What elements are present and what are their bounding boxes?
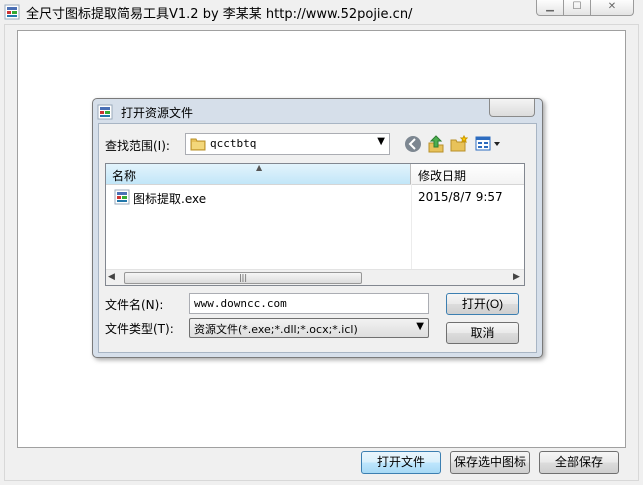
- close-icon: ✕: [607, 1, 617, 12]
- file-name-input[interactable]: www.downcc.com: [189, 293, 429, 314]
- open-resource-dialog: 打开资源文件 查找范围(I): qcctbtq ▼ 名称 ▲ 修改日期 图标提取…: [92, 98, 543, 358]
- up-one-level-button[interactable]: [426, 135, 446, 153]
- open-file-button[interactable]: 打开文件: [361, 451, 441, 474]
- dialog-app-icon: [97, 104, 113, 120]
- file-type-label: 文件类型(T):: [105, 322, 174, 336]
- close-button[interactable]: ✕: [590, 0, 634, 16]
- new-folder-icon: [450, 134, 469, 152]
- scroll-right-icon[interactable]: ▶: [513, 272, 520, 282]
- scrollbar-thumb[interactable]: |||: [124, 272, 362, 284]
- back-arrow-icon: [405, 136, 421, 152]
- column-header-name[interactable]: 名称 ▲: [106, 164, 411, 184]
- scroll-left-icon[interactable]: ◀: [108, 272, 115, 282]
- sort-up-icon: ▲: [256, 163, 263, 172]
- grip-icon: |||: [238, 273, 248, 282]
- file-name-label: 文件名(N):: [105, 298, 164, 312]
- back-button[interactable]: [403, 135, 423, 153]
- look-in-value: qcctbtq: [210, 137, 257, 150]
- column-name-label: 名称: [112, 169, 137, 183]
- app-icon: [4, 4, 20, 20]
- chevron-down-icon: ▼: [377, 136, 385, 147]
- minimize-button[interactable]: ▁: [536, 0, 564, 16]
- look-in-dropdown[interactable]: qcctbtq ▼: [185, 133, 390, 155]
- maximize-button[interactable]: ☐: [563, 0, 591, 16]
- file-type-dropdown[interactable]: 资源文件(*.exe;*.dll;*.ocx;*.icl) ▼: [189, 318, 429, 338]
- file-type-value: 资源文件(*.exe;*.dll;*.ocx;*.icl): [194, 323, 358, 336]
- chevron-down-icon: ▼: [416, 321, 424, 332]
- dialog-close-button[interactable]: [489, 99, 535, 117]
- view-menu-icon: [475, 136, 500, 151]
- look-in-label: 查找范围(I):: [105, 139, 170, 153]
- open-button[interactable]: 打开(O): [446, 293, 519, 315]
- file-name: 图标提取.exe: [133, 192, 207, 206]
- column-header: 名称 ▲ 修改日期: [106, 164, 524, 187]
- file-list[interactable]: 名称 ▲ 修改日期 图标提取.exe 2015/8/7 9:57 ◀ ||| ▶: [105, 163, 525, 286]
- up-folder-icon: [428, 135, 444, 153]
- column-date-label: 修改日期: [418, 169, 467, 183]
- cancel-button[interactable]: 取消: [446, 322, 519, 344]
- minimize-icon: ▁: [546, 1, 554, 12]
- window-title: 全尺寸图标提取简易工具V1.2 by 李某某 http://www.52poji…: [26, 7, 413, 22]
- horizontal-scrollbar[interactable]: ◀ ||| ▶: [106, 269, 524, 285]
- exe-file-icon: [114, 189, 130, 205]
- dialog-title: 打开资源文件: [121, 106, 194, 120]
- list-item[interactable]: 图标提取.exe 2015/8/7 9:57: [106, 187, 524, 207]
- new-folder-button[interactable]: [449, 134, 469, 153]
- save-selected-icon-button[interactable]: 保存选中图标: [450, 451, 530, 474]
- save-all-button[interactable]: 全部保存: [539, 451, 619, 474]
- file-date: 2015/8/7 9:57: [418, 190, 503, 204]
- maximize-icon: ☐: [572, 1, 582, 12]
- column-header-date[interactable]: 修改日期: [412, 164, 466, 187]
- folder-icon: [190, 138, 206, 151]
- view-menu-button[interactable]: [474, 135, 504, 153]
